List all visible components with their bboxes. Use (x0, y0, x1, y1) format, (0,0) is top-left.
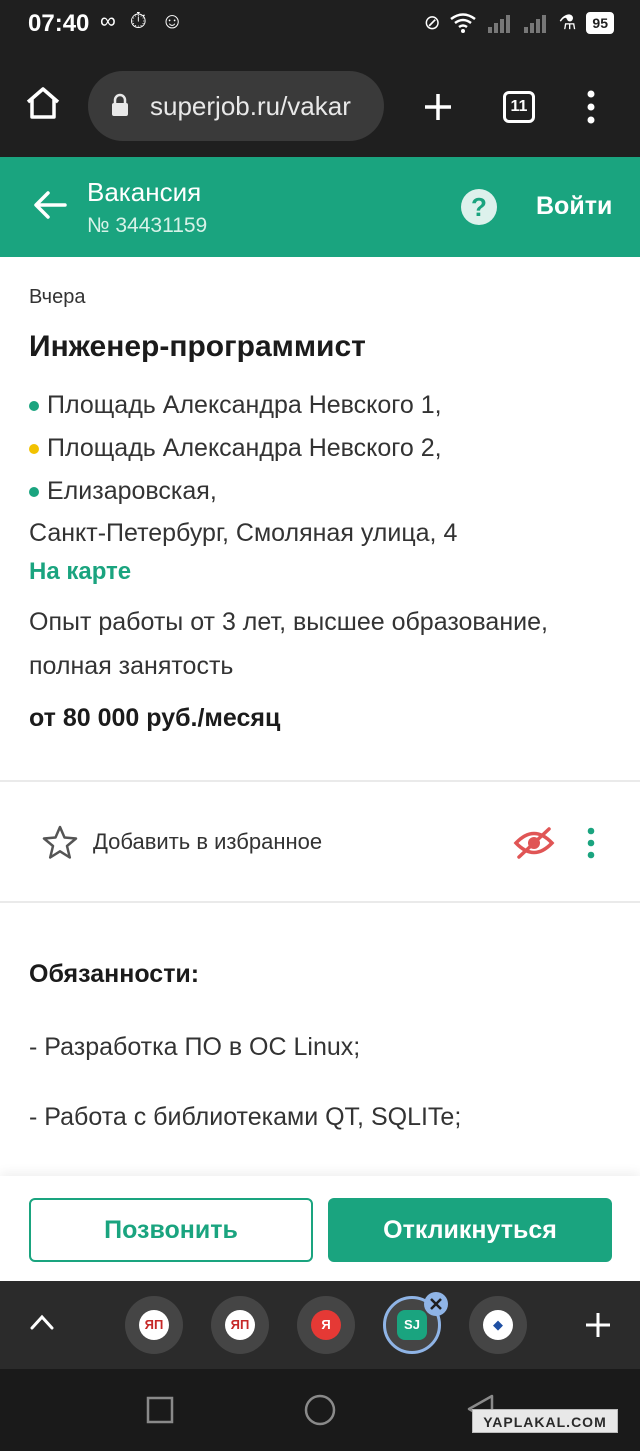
metro-station: Елизаровская, (29, 477, 217, 506)
vacancy-menu-icon[interactable] (584, 827, 598, 859)
status-time: 07:40 (28, 10, 90, 37)
back-arrow-icon[interactable] (33, 190, 67, 220)
tab-item[interactable]: ЯП (211, 1296, 269, 1354)
divider (0, 901, 640, 903)
metro-station: Площадь Александра Невского 1, (29, 391, 442, 420)
duty-item: - Разработка ПО в ОС Linux; (29, 1033, 361, 1061)
address-bar[interactable]: superjob.ru/vakar (88, 71, 384, 141)
page-title: Вакансия (87, 177, 202, 207)
tab-item[interactable]: ЯП (125, 1296, 183, 1354)
signal-icon (524, 14, 547, 33)
home-circle-icon[interactable] (303, 1393, 337, 1427)
add-tab-icon[interactable] (584, 1311, 612, 1339)
tab-switcher-button[interactable]: 11 (503, 91, 535, 123)
new-tab-icon[interactable] (423, 92, 453, 122)
infinity-icon: ∞ (100, 8, 116, 33)
add-to-favorites-button[interactable]: Добавить в избранное (93, 829, 322, 855)
metro-station-name: Елизаровская, (47, 477, 217, 505)
recent-apps-icon[interactable] (146, 1396, 174, 1424)
app-header: Вакансия № 34431159 Войти (0, 157, 640, 257)
job-title: Инженер-программист (29, 330, 366, 363)
apply-button[interactable]: Откликнуться (328, 1198, 612, 1262)
tab-item[interactable]: ◆ (469, 1296, 527, 1354)
battery-level: 95 (586, 11, 614, 34)
duties-heading: Обязанности: (29, 960, 200, 988)
job-requirements: Опыт работы от 3 лет, высшее образование… (29, 608, 548, 680)
home-icon[interactable] (25, 86, 61, 120)
tab-favicon-icon: ◆ (483, 1310, 513, 1340)
help-icon[interactable]: ? (461, 189, 497, 225)
more-menu-icon[interactable] (583, 90, 599, 124)
metro-line-dot (29, 486, 39, 497)
close-tab-icon[interactable] (423, 1291, 449, 1317)
job-salary: от 80 000 руб./месяц (29, 704, 281, 732)
map-link[interactable]: На карте (29, 558, 131, 586)
action-bar: Позвонить Откликнуться (0, 1176, 640, 1281)
login-button[interactable]: Войти (536, 192, 612, 221)
divider (0, 780, 640, 782)
timer-icon: ⏱ (129, 8, 147, 33)
call-button[interactable]: Позвонить (29, 1198, 313, 1262)
tab-strip: ЯП ЯП Я SJ ◆ (0, 1281, 640, 1369)
publish-date: Вчера (29, 286, 86, 308)
wifi-icon (450, 12, 477, 33)
tab-favicon-icon: Я (311, 1310, 341, 1340)
metro-station: Площадь Александра Невского 2, (29, 434, 442, 463)
metro-line-dot (29, 400, 39, 411)
metro-line-dot (29, 443, 39, 454)
watermark: YAPLAKAL.COM (472, 1409, 618, 1433)
metro-station-name: Площадь Александра Невского 2, (47, 434, 442, 462)
do-not-disturb-icon: ⊘ (423, 12, 441, 34)
tab-item[interactable]: Я (297, 1296, 355, 1354)
signal-icon (488, 14, 511, 33)
vacancy-number: № 34431159 (87, 214, 208, 237)
lab-icon: ⚗ (558, 12, 577, 34)
lock-icon (112, 93, 128, 116)
browser-toolbar: superjob.ru/vakar 11 (0, 50, 640, 157)
tab-favicon-icon: ЯП (139, 1310, 169, 1340)
tab-favicon-icon: ЯП (225, 1310, 255, 1340)
duty-item: - Работа с библиотеками QT, SQLITe; (29, 1103, 462, 1131)
metro-station-name: Площадь Александра Невского 1, (47, 391, 442, 419)
job-address: Санкт-Петербург, Смоляная улица, 4 (29, 519, 458, 547)
status-bar: 07:40 ∞ ⏱ ☺ ⊘ ⚗ 95 (0, 0, 640, 50)
chevron-up-icon[interactable] (30, 1314, 54, 1330)
face-mask-icon: ☺ (160, 8, 184, 33)
hide-vacancy-icon[interactable] (513, 826, 555, 860)
url-text: superjob.ru/vakar (150, 91, 351, 121)
star-icon[interactable] (42, 825, 78, 859)
